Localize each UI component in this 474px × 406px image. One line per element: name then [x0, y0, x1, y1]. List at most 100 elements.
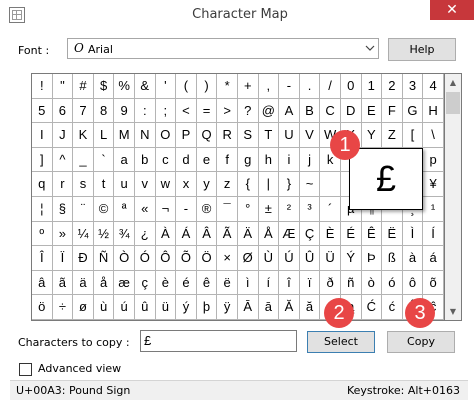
character-cell[interactable]: h [258, 147, 280, 173]
character-cell[interactable]: ï [299, 270, 321, 296]
character-cell[interactable]: | [258, 172, 280, 197]
character-cell[interactable]: ± [258, 196, 280, 222]
character-cell[interactable]: V [299, 123, 321, 148]
character-cell[interactable]: Ā [237, 295, 259, 320]
character-cell[interactable]: Ò [114, 246, 135, 271]
character-cell[interactable]: z [217, 172, 238, 197]
character-cell[interactable]: Ë [382, 221, 403, 247]
character-cell[interactable]: À [155, 221, 177, 247]
character-cell[interactable]: 8 [93, 98, 115, 124]
scroll-thumb[interactable] [446, 92, 460, 114]
character-cell[interactable]: Û [299, 246, 321, 271]
character-cell[interactable]: } [279, 172, 300, 197]
character-cell[interactable]: v [134, 172, 156, 197]
character-cell[interactable]: # [73, 74, 94, 99]
character-cell[interactable]: Ù [258, 246, 280, 271]
character-cell[interactable]: t [93, 172, 115, 197]
character-cell[interactable]: î [279, 270, 300, 296]
copy-button[interactable]: Copy [387, 331, 455, 353]
character-cell[interactable]: Á [176, 221, 197, 247]
character-cell[interactable]: K [73, 123, 94, 148]
character-cell[interactable]: ø [73, 295, 94, 320]
character-cell[interactable]: / [320, 74, 341, 99]
character-cell[interactable]: j [299, 147, 321, 173]
character-cell[interactable]: Ã [217, 221, 238, 247]
character-cell[interactable]: ¬ [155, 196, 177, 222]
character-cell[interactable]: ¥ [423, 172, 444, 197]
character-cell[interactable]: ò [361, 270, 383, 296]
character-cell[interactable]: " [52, 74, 74, 99]
characters-to-copy-input[interactable]: £ [140, 330, 297, 352]
character-cell[interactable]: w [155, 172, 177, 197]
character-cell[interactable]: L [93, 123, 115, 148]
character-cell[interactable]: 4 [423, 74, 444, 99]
character-cell[interactable]: H [423, 98, 444, 124]
character-cell[interactable]: y [196, 172, 218, 197]
character-cell[interactable]: ' [155, 74, 177, 99]
close-button[interactable]: ✕ [430, 0, 474, 20]
character-cell[interactable]: â [32, 270, 53, 296]
character-cell[interactable]: f [217, 147, 238, 173]
character-cell[interactable]: { [237, 172, 259, 197]
character-cell[interactable]: ½ [93, 221, 115, 247]
character-cell[interactable]: û [134, 295, 156, 320]
character-cell[interactable]: = [196, 98, 218, 124]
character-cell[interactable]: Ñ [93, 246, 115, 271]
character-cell[interactable]: < [176, 98, 197, 124]
character-cell[interactable]: æ [114, 270, 135, 296]
character-cell[interactable]: r [52, 172, 74, 197]
character-cell[interactable]: b [134, 147, 156, 173]
character-cell[interactable]: ¾ [114, 221, 135, 247]
character-cell[interactable]: S [237, 123, 259, 148]
character-cell[interactable]: 0 [340, 74, 362, 99]
character-cell[interactable]: È [320, 221, 341, 247]
character-cell[interactable]: ] [32, 147, 53, 173]
character-cell[interactable]: > [217, 98, 238, 124]
character-cell[interactable]: g [237, 147, 259, 173]
character-cell[interactable]: ö [32, 295, 53, 320]
character-cell[interactable]: Ü [320, 246, 341, 271]
character-cell[interactable]: Þ [361, 246, 383, 271]
character-cell[interactable]: E [361, 98, 383, 124]
character-cell[interactable]: ´ [320, 196, 341, 222]
character-cell[interactable]: § [52, 196, 74, 222]
character-cell[interactable]: 9 [114, 98, 135, 124]
character-cell[interactable]: 7 [73, 98, 94, 124]
character-cell[interactable]: í [258, 270, 280, 296]
character-cell[interactable]: ? [237, 98, 259, 124]
character-cell[interactable]: ¨ [73, 196, 94, 222]
scroll-down-icon[interactable]: ▼ [445, 303, 461, 320]
character-cell[interactable]: Â [196, 221, 218, 247]
character-cell[interactable]: & [134, 74, 156, 99]
character-cell[interactable]: F [382, 98, 403, 124]
font-dropdown[interactable]: O Arial [67, 38, 379, 59]
character-cell[interactable]: ó [382, 270, 403, 296]
character-cell[interactable]: Q [196, 123, 218, 148]
character-cell[interactable]: Ô [155, 246, 177, 271]
character-cell[interactable]: ć [382, 295, 403, 320]
character-cell[interactable]: Ó [134, 246, 156, 271]
character-cell[interactable]: º [32, 221, 53, 247]
character-cell[interactable]: e [196, 147, 218, 173]
character-cell[interactable]: [ [402, 123, 424, 148]
character-cell[interactable]: ~ [299, 172, 321, 197]
character-cell[interactable]: É [340, 221, 362, 247]
character-cell[interactable]: ® [196, 196, 218, 222]
character-cell[interactable]: 2 [382, 74, 403, 99]
character-cell[interactable]: @ [258, 98, 280, 124]
character-cell[interactable]: x [176, 172, 197, 197]
character-cell[interactable]: ^ [52, 147, 74, 173]
character-cell[interactable]: « [134, 196, 156, 222]
character-cell[interactable]: ý [176, 295, 197, 320]
character-cell[interactable]: A [279, 98, 300, 124]
character-cell[interactable]: ¦ [32, 196, 53, 222]
character-cell[interactable]: 1 [361, 74, 383, 99]
character-cell[interactable]: Ć [361, 295, 383, 320]
character-cell[interactable]: è [155, 270, 177, 296]
character-cell[interactable]: P [176, 123, 197, 148]
character-cell[interactable]: ì [237, 270, 259, 296]
character-cell[interactable]: ) [196, 74, 218, 99]
character-cell[interactable]: ð [320, 270, 341, 296]
character-cell[interactable]: ! [32, 74, 53, 99]
character-cell[interactable]: . [299, 74, 321, 99]
